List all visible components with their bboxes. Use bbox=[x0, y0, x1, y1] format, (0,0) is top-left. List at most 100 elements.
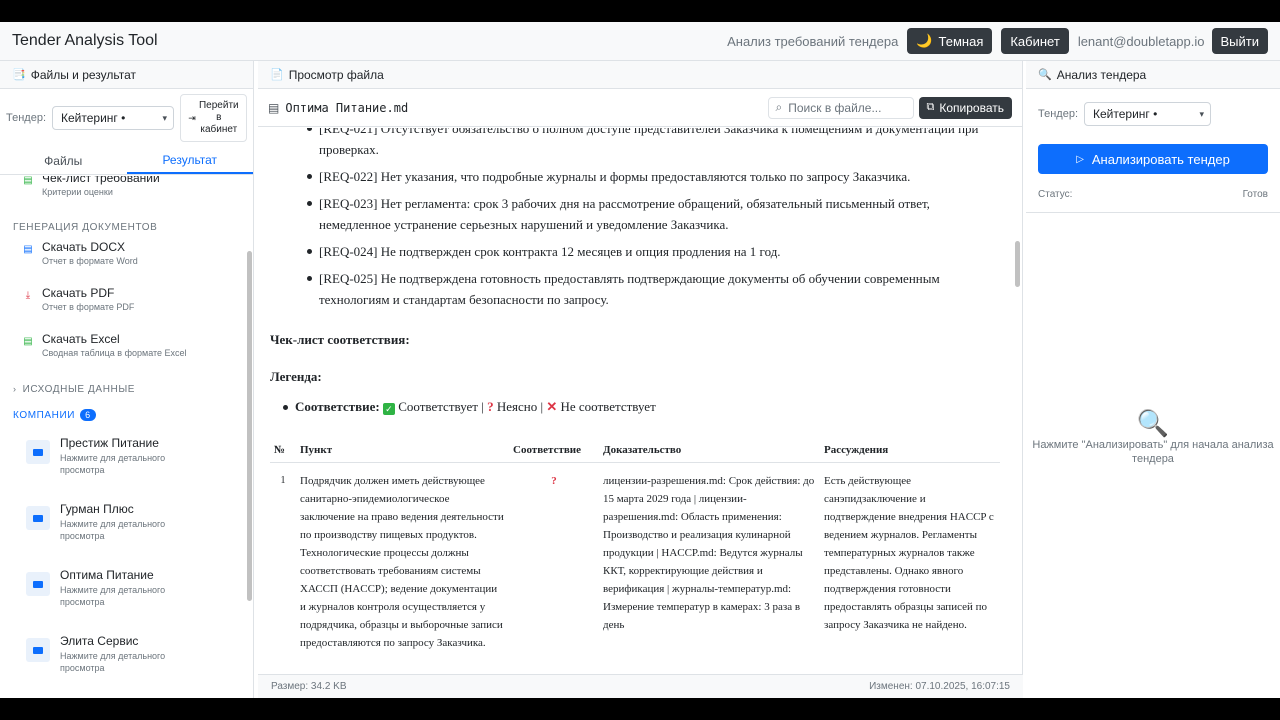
company-card-icon bbox=[26, 440, 50, 464]
company-item[interactable]: Гурман Плюс Нажмите для детального просм… bbox=[0, 502, 245, 568]
search-icon: 🔍 bbox=[1136, 408, 1170, 438]
requirement-item: [REQ-021] Отсутствует обязательство о по… bbox=[270, 128, 1003, 160]
tender-select-value: Кейтеринг • bbox=[61, 111, 126, 125]
file-icon: 📄 bbox=[270, 69, 284, 81]
left-scrollbar[interactable] bbox=[247, 251, 252, 601]
company-item[interactable]: Оптима Питание Нажмите для детального пр… bbox=[0, 568, 245, 634]
cell-item: Подрядчик должен иметь действующее санит… bbox=[300, 475, 504, 649]
left-panel: 📑 Файлы и результат Тендер: Кейтеринг • … bbox=[0, 61, 254, 698]
file-modified: Изменен: 07.10.2025, 16:07:15 bbox=[869, 681, 1010, 692]
middle-panel-title: Просмотр файла bbox=[288, 67, 384, 82]
file-size: Размер: 34.2 KB bbox=[271, 681, 347, 692]
checklist-item[interactable]: ▤ Чек-лист требований Критерии оценки bbox=[0, 176, 245, 216]
play-icon: ▷ bbox=[1076, 153, 1084, 165]
table-row: 1 Подрядчик должен иметь действующее сан… bbox=[270, 463, 1000, 662]
cabinet-button[interactable]: Кабинет bbox=[1001, 28, 1069, 54]
right-tender-row: Тендер: Кейтеринг • ▾ bbox=[1026, 89, 1280, 139]
cell-reasoning: Есть действующее санэпидзаключение и под… bbox=[824, 475, 994, 631]
company-sub: Нажмите для детального просмотра bbox=[60, 453, 166, 475]
empty-state: 🔍 Нажмите "Анализировать" для начала ана… bbox=[1026, 408, 1280, 466]
right-panel-header: 🔍 Анализ тендера bbox=[1026, 61, 1280, 89]
right-tender-label: Тендер: bbox=[1038, 108, 1079, 120]
company-sub: Нажмите для детального просмотра bbox=[60, 519, 166, 541]
legend-ok: Соответствует | bbox=[398, 399, 484, 414]
goto-cabinet-label: Перейти в кабинет bbox=[198, 100, 239, 135]
checklist-heading: Чек-лист соответствия: bbox=[270, 332, 410, 347]
middle-panel-header: 📄 Просмотр файла bbox=[258, 61, 1022, 89]
requirement-item: [REQ-023] Нет регламента: срок 3 рабочих… bbox=[270, 193, 1003, 235]
compliance-table: № Пункт Соответствие Доказательство Расс… bbox=[270, 438, 1000, 661]
markdown-file-icon: ▤ bbox=[268, 100, 280, 115]
left-panel-header: 📑 Файлы и результат bbox=[0, 61, 253, 89]
cross-icon: ✕ bbox=[546, 399, 558, 414]
company-title: Гурман Плюс bbox=[60, 502, 134, 516]
file-viewer-panel: 📄 Просмотр файла ▤ Оптима Питание.md ⌕ П… bbox=[258, 61, 1023, 698]
download-excel-item[interactable]: ▤ Скачать Excel Сводная таблица в формат… bbox=[0, 332, 245, 378]
col-reasoning: Рассуждения bbox=[820, 438, 1000, 463]
file-search-placeholder: Поиск в файле... bbox=[788, 100, 882, 115]
company-item[interactable]: Престиж Питание Нажмите для детального п… bbox=[0, 436, 245, 502]
checklist-sub: Критерии оценки bbox=[42, 187, 113, 197]
status-value: Готов bbox=[1242, 189, 1268, 200]
cell-num: 1 bbox=[280, 475, 286, 486]
tender-select[interactable]: Кейтеринг • ▾ bbox=[52, 106, 175, 130]
section-companies: КОМПАНИИ 6 bbox=[0, 400, 245, 430]
copy-button[interactable]: ⧉ Копировать bbox=[918, 96, 1012, 119]
logout-button[interactable]: Выйти bbox=[1211, 28, 1268, 54]
companies-count-badge: 6 bbox=[80, 409, 96, 421]
app-window: Tender Analysis Tool Анализ требований т… bbox=[0, 22, 1280, 698]
download-docx-sub: Отчет в формате Word bbox=[42, 256, 138, 266]
companies-label: КОМПАНИИ bbox=[13, 409, 76, 421]
section-generation: ГЕНЕРАЦИЯ ДОКУМЕНТОВ bbox=[13, 221, 158, 233]
download-docx-title: Скачать DOCX bbox=[42, 240, 126, 254]
legend-heading: Легенда: bbox=[270, 369, 322, 384]
content-scrollbar[interactable] bbox=[1015, 241, 1020, 287]
company-sub: Нажмите для детального просмотра bbox=[60, 585, 166, 607]
empty-state-text: Нажмите "Анализировать" для начала анали… bbox=[1032, 439, 1274, 465]
download-pdf-item[interactable]: ⤓ Скачать PDF Отчет в формате PDF bbox=[0, 286, 245, 332]
table-header-row: № Пункт Соответствие Доказательство Расс… bbox=[270, 438, 1000, 463]
pdf-download-icon: ⤓ bbox=[25, 290, 31, 301]
word-file-icon: ▤ bbox=[23, 244, 33, 255]
right-tender-select[interactable]: Кейтеринг • ▾ bbox=[1084, 102, 1212, 126]
left-panel-title: Файлы и результат bbox=[30, 67, 136, 82]
file-toolbar: ▤ Оптима Питание.md ⌕ Поиск в файле... ⧉… bbox=[258, 89, 1022, 127]
moon-icon: 🌙 bbox=[916, 33, 933, 48]
status-row: Статус: Готов bbox=[1026, 189, 1280, 213]
file-footer: Размер: 34.2 KB Изменен: 07.10.2025, 16:… bbox=[258, 674, 1023, 698]
checklist-title: Чек-лист требований bbox=[42, 176, 160, 185]
right-panel-title: Анализ тендера bbox=[1056, 67, 1147, 82]
analyze-button[interactable]: ▷ Анализировать тендер bbox=[1038, 144, 1268, 174]
company-sub: Нажмите для детального просмотра bbox=[60, 651, 166, 673]
file-search-input[interactable]: ⌕ Поиск в файле... bbox=[767, 96, 914, 119]
section-source-data[interactable]: › ИСХОДНЫЕ ДАННЫЕ bbox=[0, 378, 245, 400]
company-title: Оптима Питание bbox=[60, 568, 154, 582]
top-navbar: Tender Analysis Tool Анализ требований т… bbox=[0, 22, 1280, 61]
app-title: Tender Analysis Tool bbox=[12, 32, 158, 49]
col-item: Пункт bbox=[296, 438, 509, 463]
markdown-content: [REQ-021] Отсутствует обязательство о по… bbox=[258, 128, 1015, 671]
tender-label: Тендер: bbox=[6, 112, 47, 124]
right-tender-value: Кейтеринг • bbox=[1093, 107, 1158, 121]
check-icon: ✓ bbox=[382, 403, 395, 415]
search-icon: ⌕ bbox=[775, 100, 783, 114]
checklist-icon: ▤ bbox=[23, 176, 33, 186]
requirement-item: [REQ-022] Нет указания, что подробные жу… bbox=[270, 166, 1003, 187]
goto-cabinet-button[interactable]: ⇥ Перейти в кабинет bbox=[180, 94, 247, 142]
legend-bad: Не соответствует bbox=[560, 399, 656, 414]
download-excel-sub: Сводная таблица в формате Excel bbox=[42, 348, 187, 358]
company-card-icon bbox=[26, 638, 50, 662]
tab-result[interactable]: Результат bbox=[126, 147, 253, 174]
folder-icon: 📑 bbox=[12, 69, 26, 81]
download-docx-item[interactable]: ▤ Скачать DOCX Отчет в формате Word bbox=[0, 240, 245, 286]
requirement-item: [REQ-025] Не подтверждена готовность пре… bbox=[270, 268, 1003, 310]
legend-label: Соответствие: bbox=[295, 399, 380, 414]
analyze-label: Анализировать тендер bbox=[1091, 151, 1230, 167]
tab-files[interactable]: Файлы bbox=[0, 147, 127, 174]
company-card-icon bbox=[26, 506, 50, 530]
col-num: № bbox=[270, 438, 296, 463]
cell-evidence: лицензии-разрешения.md: Срок действия: д… bbox=[603, 475, 815, 631]
company-item[interactable]: Элита Сервис Нажмите для детального прос… bbox=[0, 634, 245, 698]
status-label: Статус: bbox=[1038, 189, 1073, 200]
theme-toggle-button[interactable]: 🌙 Темная bbox=[907, 28, 993, 54]
